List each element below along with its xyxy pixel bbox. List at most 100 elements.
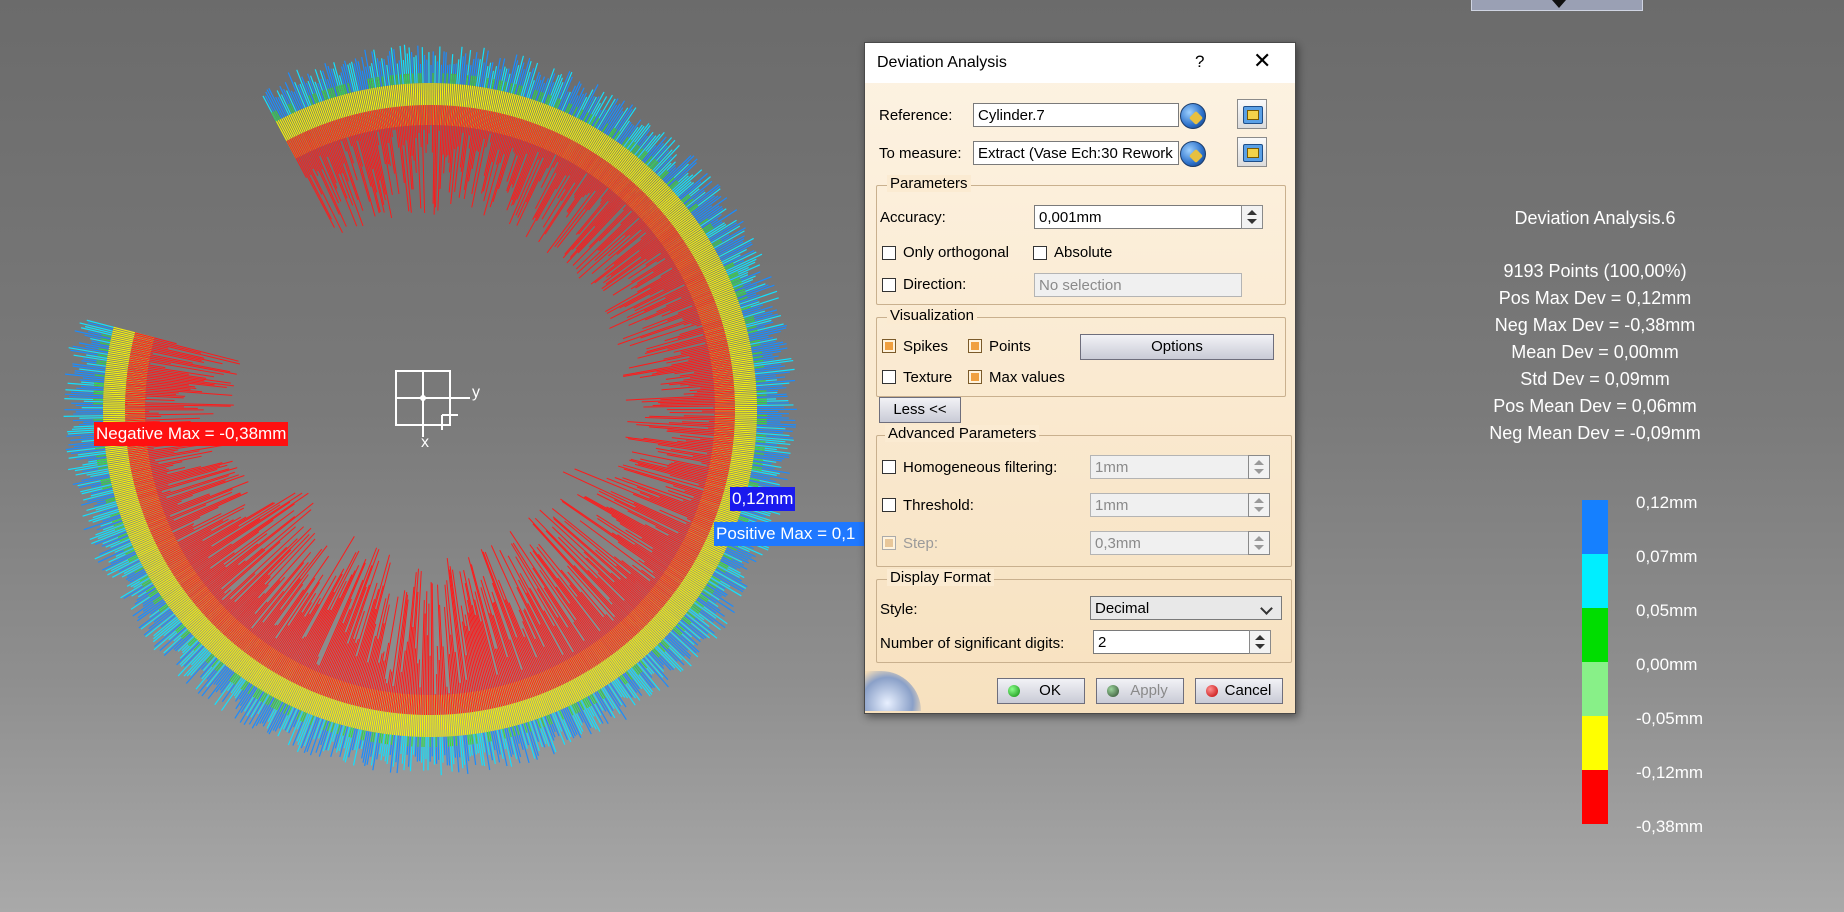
pos-mean-dev: Pos Mean Dev = 0,06mm — [1493, 396, 1697, 416]
scale-band — [1582, 608, 1608, 662]
spikes-checkbox[interactable] — [882, 339, 896, 353]
to-measure-field[interactable]: Extract (Vase Ech:30 Rework — [973, 141, 1179, 165]
spike — [436, 674, 439, 715]
reference-globe-icon[interactable] — [1180, 103, 1206, 129]
spike — [756, 395, 788, 399]
homogeneous-filtering-label: Homogeneous filtering: — [903, 459, 1058, 476]
texture-label: Texture — [903, 369, 953, 386]
digits-input[interactable]: 2 — [1093, 630, 1259, 654]
neg-max-dev: Neg Max Dev = -0,38mm — [1494, 315, 1696, 335]
spike — [407, 736, 411, 767]
points-checkbox[interactable] — [968, 339, 982, 353]
threshold-spinner[interactable] — [1248, 493, 1270, 517]
points-label: Points — [989, 338, 1031, 355]
absolute-label: Absolute — [1054, 244, 1113, 261]
spike — [412, 736, 415, 755]
spike — [756, 385, 783, 389]
spike — [750, 473, 771, 480]
options-button[interactable]: Options — [1080, 334, 1274, 360]
spike — [79, 322, 113, 332]
spike — [82, 377, 105, 381]
less-button[interactable]: Less << — [879, 397, 961, 423]
ok-label: OK — [1039, 682, 1061, 699]
style-select[interactable]: Decimal — [1090, 596, 1282, 620]
spike — [425, 635, 428, 715]
texture-checkbox[interactable] — [882, 370, 896, 384]
spike — [418, 736, 421, 762]
dialog-title: Deviation Analysis — [877, 54, 1007, 71]
spike — [421, 47, 424, 84]
scale-band — [1582, 500, 1608, 554]
spike — [400, 735, 404, 755]
only-orthogonal-checkbox[interactable] — [882, 246, 896, 260]
spike — [97, 527, 126, 540]
spike — [427, 603, 430, 715]
spike — [415, 55, 418, 84]
axis-compass — [395, 370, 470, 437]
accuracy-spinner[interactable] — [1241, 205, 1263, 229]
spike — [417, 105, 420, 133]
selection-icon — [1243, 106, 1263, 124]
dropdown-arrow-icon — [1552, 0, 1566, 8]
max-values-label: Max values — [989, 369, 1065, 386]
top-toolbar-widget[interactable] — [1471, 0, 1643, 11]
spike — [457, 735, 461, 758]
spike — [669, 411, 735, 414]
spike — [396, 63, 400, 85]
reference-select-button[interactable] — [1237, 99, 1267, 129]
scale-band — [1582, 554, 1608, 608]
homogeneous-filtering-checkbox[interactable] — [882, 460, 896, 474]
step-checkbox[interactable] — [882, 536, 896, 550]
spike — [667, 634, 692, 657]
spike — [125, 400, 146, 402]
to-measure-globe-icon[interactable] — [1180, 141, 1206, 167]
spike — [508, 129, 551, 225]
spike — [441, 736, 444, 763]
deviation-analysis-dialog: Deviation Analysis ? ✕ Reference: Cylind… — [864, 42, 1296, 714]
spike — [63, 415, 104, 417]
scale-label: -0,38mm — [1636, 817, 1704, 836]
spike — [413, 57, 416, 84]
spike — [80, 385, 104, 389]
style-select-value: Decimal — [1095, 600, 1150, 617]
direction-checkbox[interactable] — [882, 278, 896, 292]
to-measure-select-button[interactable] — [1237, 137, 1267, 167]
spike — [448, 693, 452, 715]
max-values-checkbox[interactable] — [968, 370, 982, 384]
close-button[interactable]: ✕ — [1253, 48, 1271, 74]
step-spinner[interactable] — [1248, 531, 1270, 555]
spike — [480, 549, 536, 697]
cancel-button[interactable]: Cancel — [1195, 678, 1283, 704]
homogeneous-filtering-spinner[interactable] — [1248, 455, 1270, 479]
digits-spinner[interactable] — [1249, 630, 1271, 654]
ok-button[interactable]: OK — [997, 678, 1085, 704]
accuracy-input[interactable]: 0,001mm — [1034, 205, 1254, 229]
spike — [610, 271, 703, 319]
scale-label: 0,12mm — [1636, 493, 1698, 512]
apply-icon — [1107, 685, 1119, 697]
direction-input[interactable]: No selection — [1034, 273, 1242, 297]
selection-icon — [1243, 144, 1263, 162]
apply-button[interactable]: Apply — [1096, 678, 1184, 704]
points-count: 9193 Points (100,00%) — [1503, 261, 1687, 281]
spike — [125, 396, 147, 399]
spike — [72, 365, 106, 371]
spike — [445, 736, 449, 766]
help-button[interactable]: ? — [1195, 52, 1204, 72]
step-input[interactable]: 0,3mm — [1090, 531, 1260, 555]
neg-mean-dev: Neg Mean Dev = -0,09mm — [1489, 423, 1701, 443]
absolute-checkbox[interactable] — [1033, 246, 1047, 260]
reference-field[interactable]: Cylinder.7 — [973, 103, 1179, 127]
spike — [753, 355, 779, 361]
homogeneous-filtering-input[interactable]: 1mm — [1090, 455, 1260, 479]
spike — [76, 387, 104, 391]
spike — [446, 558, 466, 714]
ok-icon — [1008, 685, 1020, 697]
spike — [146, 481, 249, 523]
threshold-checkbox[interactable] — [882, 498, 896, 512]
dialog-titlebar[interactable]: Deviation Analysis ? ✕ — [865, 43, 1295, 83]
spike — [423, 105, 425, 130]
threshold-input[interactable]: 1mm — [1090, 493, 1260, 517]
spike — [439, 736, 442, 776]
cancel-label: Cancel — [1224, 682, 1272, 699]
